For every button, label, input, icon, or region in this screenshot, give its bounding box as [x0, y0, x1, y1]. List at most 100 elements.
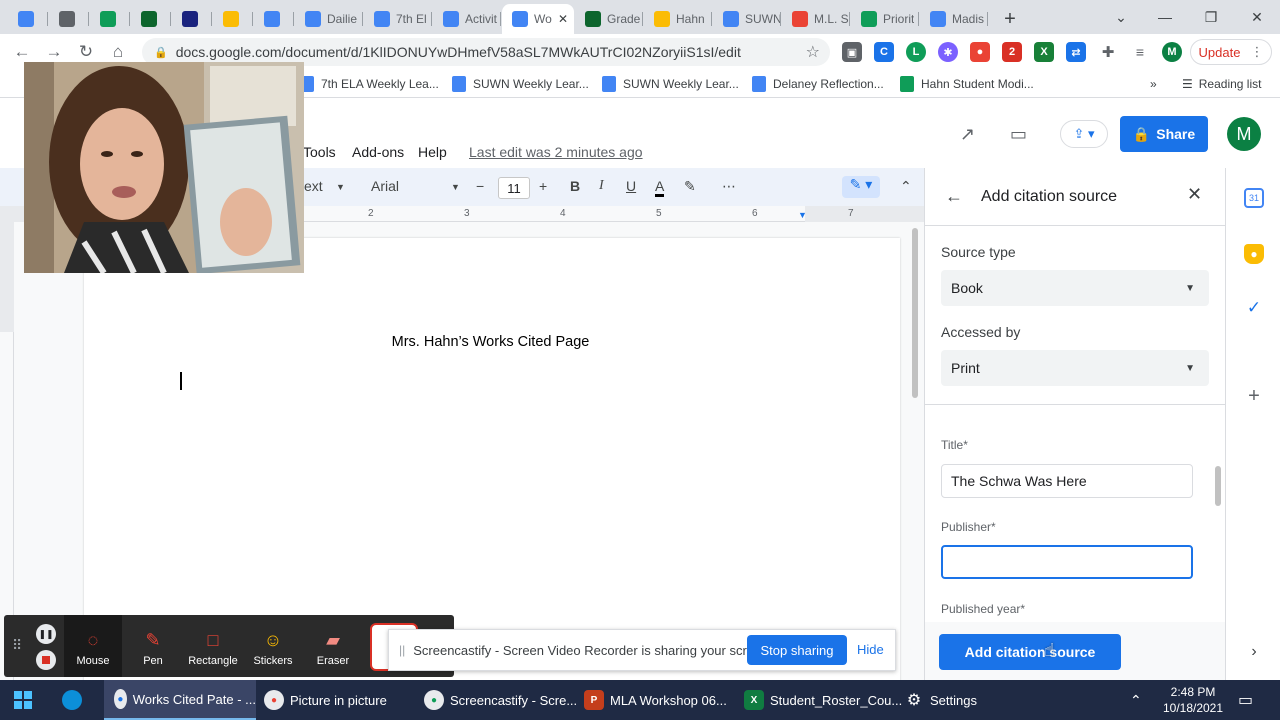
- more-bookmarks-icon[interactable]: »: [1150, 75, 1157, 93]
- minimize-button[interactable]: —: [1142, 0, 1188, 34]
- taskbar-item[interactable]: ● Screencastify - Scre...: [424, 680, 577, 720]
- bookmark-item[interactable]: Hahn Student Modi...: [900, 75, 1034, 93]
- taskbar-item[interactable]: X Student_Roster_Cou...: [744, 680, 902, 720]
- add-addon-icon[interactable]: +: [1244, 385, 1264, 407]
- close-window-button[interactable]: ✕: [1234, 0, 1280, 34]
- browser-tab[interactable]: [172, 4, 212, 34]
- tool-stickers[interactable]: ☺ Stickers: [244, 615, 302, 677]
- panel-scrollbar[interactable]: [1215, 466, 1221, 506]
- media-icon[interactable]: ≡: [1130, 42, 1150, 62]
- profile-avatar[interactable]: M: [1162, 42, 1182, 62]
- bookmark-item[interactable]: SUWN Weekly Lear...: [602, 75, 739, 93]
- bookmark-star-icon[interactable]: ☆: [806, 42, 820, 62]
- tray-chevron-icon[interactable]: ⌃: [1130, 680, 1142, 720]
- bold-icon[interactable]: B: [570, 178, 580, 194]
- extension-x-icon[interactable]: X: [1034, 42, 1054, 62]
- update-button[interactable]: Update ⋮: [1190, 39, 1272, 65]
- restore-button[interactable]: ❐: [1188, 0, 1234, 34]
- back-arrow-icon[interactable]: ←: [945, 186, 963, 207]
- edge-icon[interactable]: [62, 680, 88, 720]
- extension-record-icon[interactable]: ●: [970, 42, 990, 62]
- extension-swap-icon[interactable]: ⇄: [1066, 42, 1086, 62]
- share-button[interactable]: 🔒 Share: [1120, 116, 1208, 152]
- tool-eraser[interactable]: ▰ Eraser: [304, 615, 362, 677]
- taskbar-item[interactable]: ● Works Cited Pate - ...: [104, 680, 256, 720]
- pause-icon[interactable]: ❚❚: [36, 624, 56, 644]
- browser-tab[interactable]: [90, 4, 130, 34]
- taskbar-item[interactable]: ⚙ Settings: [904, 680, 977, 720]
- browser-tab[interactable]: Hahn: [644, 4, 712, 34]
- highlight-icon[interactable]: ✎: [684, 178, 696, 195]
- tab-search-icon[interactable]: ⌄: [1098, 0, 1144, 34]
- menu-addons[interactable]: Add-ons: [352, 144, 404, 160]
- decrease-size-button[interactable]: −: [476, 178, 484, 194]
- browser-tab[interactable]: Wo ✕: [502, 4, 574, 34]
- tool-rectangle[interactable]: □ Rectangle: [184, 615, 242, 677]
- source-type-select[interactable]: Book ▼: [941, 270, 1209, 306]
- stop-record-icon[interactable]: [36, 650, 56, 670]
- collapse-toolbar-icon[interactable]: ⌃: [900, 178, 912, 195]
- keep-icon[interactable]: ●: [1244, 244, 1264, 264]
- tool-pen[interactable]: ✎ Pen: [124, 615, 182, 677]
- bookmark-item[interactable]: 7th ELA Weekly Lea...: [300, 75, 439, 93]
- puzzle-icon[interactable]: ✚: [1098, 42, 1118, 62]
- grip-icon[interactable]: ||: [399, 643, 405, 657]
- bookmark-item[interactable]: Delaney Reflection...: [752, 75, 884, 93]
- comment-icon[interactable]: ▭: [1010, 124, 1027, 145]
- underline-icon[interactable]: U: [626, 178, 636, 194]
- tool-mouse[interactable]: ◌ Mouse: [64, 615, 122, 677]
- webcam-video[interactable]: [24, 62, 304, 273]
- notification-icon[interactable]: ▭: [1238, 680, 1253, 720]
- accessed-by-select[interactable]: Print ▼: [941, 350, 1209, 386]
- font-chevron-icon[interactable]: ▼: [451, 182, 460, 192]
- tasks-icon[interactable]: ✓: [1244, 298, 1264, 318]
- close-tab-icon[interactable]: ✕: [558, 12, 568, 26]
- menu-tools[interactable]: Tools: [303, 144, 336, 160]
- add-citation-source-button[interactable]: Add citation source: [939, 634, 1121, 670]
- browser-tab[interactable]: M.L. S: [782, 4, 850, 34]
- editing-mode-icon[interactable]: ✎ ▾: [842, 176, 880, 198]
- extension-2-icon[interactable]: 2: [1002, 42, 1022, 62]
- browser-tab[interactable]: Madis: [920, 4, 988, 34]
- browser-tab[interactable]: [49, 4, 89, 34]
- account-avatar[interactable]: M: [1227, 117, 1261, 151]
- hide-button[interactable]: Hide: [857, 642, 884, 657]
- activity-trend-icon[interactable]: ↗: [960, 124, 975, 145]
- extension-snowflake-icon[interactable]: ✱: [938, 42, 958, 62]
- browser-tab[interactable]: Dailie: [295, 4, 363, 34]
- menu-help[interactable]: Help: [418, 144, 447, 160]
- extension-icon[interactable]: ▣: [842, 42, 862, 62]
- publisher-input[interactable]: [941, 545, 1193, 579]
- browser-tab[interactable]: [131, 4, 171, 34]
- calendar-icon[interactable]: 31: [1244, 188, 1264, 208]
- stop-sharing-button[interactable]: Stop sharing: [747, 635, 847, 665]
- font-dropdown[interactable]: Arial: [371, 178, 399, 194]
- system-clock[interactable]: 2:48 PM 10/18/2021: [1160, 684, 1226, 716]
- browser-tab[interactable]: [213, 4, 253, 34]
- title-input[interactable]: The Schwa Was Here: [941, 464, 1193, 498]
- browser-tab[interactable]: 7th El: [364, 4, 432, 34]
- browser-tab[interactable]: Priorit: [851, 4, 919, 34]
- browser-tab[interactable]: Grade: [575, 4, 643, 34]
- more-options-icon[interactable]: ⋯: [722, 178, 736, 195]
- right-indent-marker[interactable]: ▼: [798, 210, 807, 220]
- present-button[interactable]: ⇪ ▾: [1060, 120, 1108, 148]
- style-chevron-icon[interactable]: ▼: [336, 182, 345, 192]
- text-color-icon[interactable]: A: [655, 178, 665, 197]
- browser-tab[interactable]: [8, 4, 48, 34]
- reading-list[interactable]: ☰ Reading list: [1182, 75, 1261, 93]
- italic-icon[interactable]: I: [599, 178, 604, 194]
- close-icon[interactable]: ✕: [1187, 184, 1202, 205]
- browser-tab[interactable]: [254, 4, 294, 34]
- taskbar-item[interactable]: ● Picture in picture: [264, 680, 387, 720]
- document-scrollbar[interactable]: [912, 228, 918, 398]
- browser-tab[interactable]: SUWN: [713, 4, 781, 34]
- last-edit-link[interactable]: Last edit was 2 minutes ago: [469, 144, 643, 160]
- bookmark-item[interactable]: SUWN Weekly Lear...: [452, 75, 589, 93]
- drag-handle-icon[interactable]: ⠿: [12, 637, 22, 654]
- start-button[interactable]: [14, 680, 32, 720]
- expand-panel-icon[interactable]: ›: [1244, 642, 1264, 662]
- taskbar-item[interactable]: P MLA Workshop 06...: [584, 680, 727, 720]
- extension-lp-icon[interactable]: L: [906, 42, 926, 62]
- new-tab-button[interactable]: +: [995, 4, 1025, 34]
